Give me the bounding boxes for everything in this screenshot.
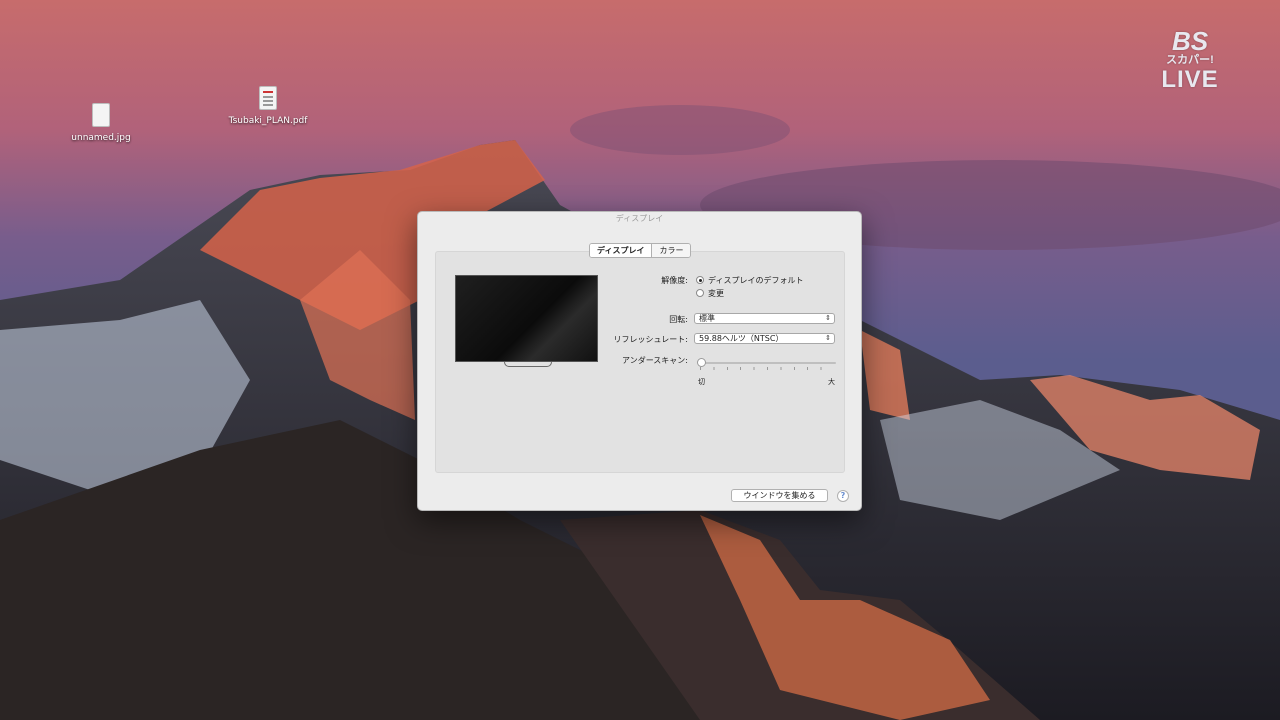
resolution-default-radio[interactable]: [696, 276, 704, 284]
underscan-slider-track[interactable]: [698, 362, 836, 364]
pdf-file-icon: [259, 86, 277, 110]
rotation-value: 標準: [699, 314, 715, 323]
underscan-max-label: 大: [828, 378, 835, 386]
image-file-icon: [92, 103, 110, 127]
window-title: ディスプレイ: [615, 214, 664, 223]
desktop-icon-label: unnamed.jpg: [71, 133, 131, 143]
rotation-select[interactable]: 標準 ⇕: [694, 313, 835, 324]
display-stand-icon: [504, 362, 552, 367]
logo-bs-text: BS: [1171, 26, 1209, 56]
chevron-updown-icon: ⇕: [825, 314, 831, 322]
resolution-default-label: ディスプレイのデフォルト: [708, 276, 804, 285]
refresh-rate-select[interactable]: 59.88ヘルツ（NTSC） ⇕: [694, 333, 835, 344]
tab-color[interactable]: カラー: [652, 244, 691, 257]
resolution-label: 解像度:: [661, 276, 688, 285]
tab-bar: ディスプレイ カラー: [589, 243, 692, 258]
rotation-label: 回転:: [669, 315, 688, 324]
gather-windows-button[interactable]: ウインドウを集める: [731, 489, 828, 502]
desktop-icon-tsubaki-plan-pdf[interactable]: Tsubaki_PLAN.pdf: [228, 86, 308, 127]
desktop-icon-unnamed-jpg[interactable]: unnamed.jpg: [61, 103, 141, 144]
logo-live-text: LIVE: [1161, 66, 1219, 93]
display-preferences-window: ディスプレイ ディスプレイ カラー 解像度: ディスプレイのデフォルト 変更 回…: [417, 211, 862, 511]
resolution-scaled-label: 変更: [708, 289, 724, 298]
refresh-rate-value: 59.88ヘルツ（NTSC）: [699, 334, 784, 343]
help-button[interactable]: ?: [837, 490, 849, 502]
tab-display[interactable]: ディスプレイ: [590, 244, 653, 257]
chevron-updown-icon: ⇕: [825, 334, 831, 342]
broadcast-logo: BS スカパー! LIVE: [1150, 28, 1230, 93]
resolution-scaled-radio[interactable]: [696, 289, 704, 297]
underscan-min-label: 切: [698, 378, 705, 386]
desktop-icon-label: Tsubaki_PLAN.pdf: [228, 116, 308, 126]
underscan-slider-ticks: [700, 367, 834, 370]
underscan-slider-thumb[interactable]: [697, 358, 706, 367]
refresh-rate-label: リフレッシュレート:: [613, 335, 688, 344]
underscan-label: アンダースキャン:: [622, 356, 688, 365]
